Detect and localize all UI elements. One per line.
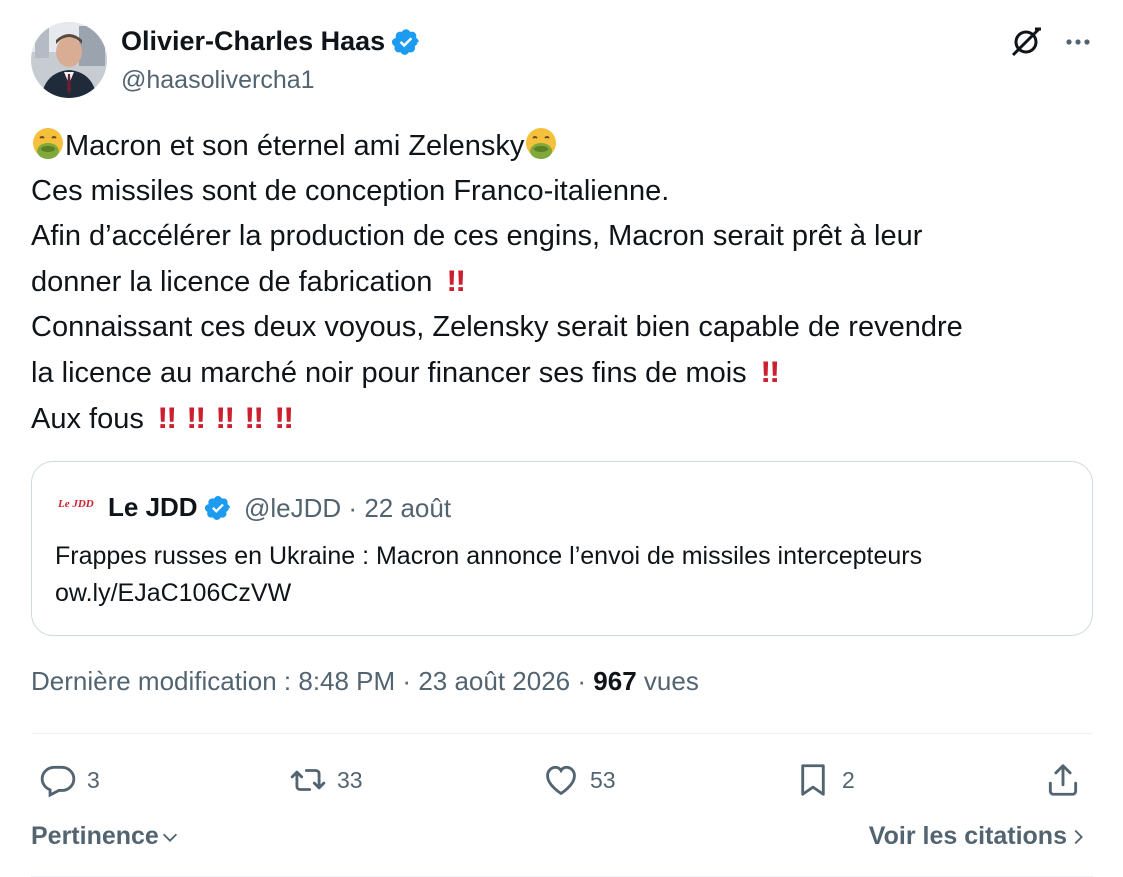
nauseated-face-icon <box>526 128 557 159</box>
sort-dropdown[interactable]: Pertinence <box>31 822 181 851</box>
tweet-line-5: Connaissant ces deux voyous, Zelensky se… <box>31 311 963 343</box>
heart-icon <box>546 765 576 796</box>
quote-separator: · <box>348 493 358 523</box>
reply-count: 3 <box>87 766 100 793</box>
quote-text: Frappes russes en Ukraine : Macron annon… <box>55 538 1075 612</box>
author-handle[interactable]: @haasolivercha1 <box>121 66 315 95</box>
double-exclamation-icon: ‼ <box>445 265 466 298</box>
reply-button[interactable]: 3 <box>39 750 100 810</box>
quote-handle: @leJDD <box>244 493 342 523</box>
double-exclamation-icon: ‼ <box>186 402 206 435</box>
verified-badge-icon <box>392 28 419 55</box>
tweet-line-3: Afin d’accélérer la production de ces en… <box>31 220 923 252</box>
repost-icon <box>290 769 326 791</box>
tweet-line-2: Ces missiles sont de conception Franco-i… <box>31 175 670 207</box>
double-exclamation-icon: ‼ <box>215 402 236 435</box>
share-button[interactable] <box>1044 750 1082 810</box>
verified-badge-icon <box>204 495 230 520</box>
edited-label[interactable]: Dernière modification : <box>31 666 291 696</box>
avatar[interactable] <box>31 22 107 98</box>
view-quotes-link[interactable]: Voir les citations <box>869 822 1089 851</box>
tweet-line-4-text: donner la licence de fabrication <box>31 266 433 298</box>
double-exclamation-icon: ‼ <box>759 356 780 389</box>
nauseated-face-icon <box>33 128 63 159</box>
double-exclamation-icon: ‼ <box>157 402 177 435</box>
bookmark-count: 2 <box>842 766 855 793</box>
tweet-header: Olivier-Charles Haas @haasolivercha1 <box>31 22 1093 98</box>
quote-meta: @leJDD · 22 août <box>244 493 451 524</box>
views-label: vues <box>643 666 699 696</box>
more-options-icon[interactable] <box>1060 24 1096 60</box>
action-bar: 3 33 53 2 <box>31 750 1093 810</box>
quote-date: 22 août <box>364 493 452 523</box>
tweet-line-1-text: Macron et son éternel ami Zelensky <box>65 130 525 162</box>
quote-author-name: Le JDD <box>108 492 232 523</box>
repost-button[interactable]: 33 <box>289 750 363 810</box>
bookmark-icon <box>801 764 825 796</box>
grok-icon[interactable] <box>1008 24 1044 60</box>
quoted-tweet[interactable]: Le JDD Le JDD @leJDD · 22 août Frappes r… <box>31 461 1093 636</box>
views-count: 967 <box>593 666 637 696</box>
divider <box>31 733 1093 734</box>
tweet-text: Macron et son éternel ami Zelensky Ces m… <box>31 124 1093 442</box>
quote-text-body: Frappes russes en Ukraine : Macron annon… <box>55 542 923 570</box>
tweet-line-7-text: Aux fous <box>31 403 144 435</box>
tweet-date[interactable]: 23 août 2026 <box>418 666 570 696</box>
like-count: 53 <box>590 766 616 793</box>
view-quotes-label: Voir les citations <box>868 822 1067 850</box>
tweet-timestamp: Dernière modification : 8:48 PM · 23 aoû… <box>31 666 699 697</box>
chevron-right-icon <box>1074 829 1083 844</box>
author-display-name[interactable]: Olivier-Charles Haas <box>121 26 421 57</box>
tweet-line-4: donner la licence de fabrication ‼ <box>31 259 1093 305</box>
quote-author-name-text: Le JDD <box>108 492 198 522</box>
double-exclamation-icon: ‼ <box>244 402 265 435</box>
sort-label: Pertinence <box>31 822 159 850</box>
like-button[interactable]: 53 <box>542 750 616 810</box>
tweet-line-1: Macron et son éternel ami Zelensky <box>31 124 1093 169</box>
chevron-down-icon <box>162 833 177 842</box>
bookmark-button[interactable]: 2 <box>794 750 855 810</box>
tweet-time[interactable]: 8:48 PM <box>298 666 395 696</box>
meta-separator: · <box>577 666 587 696</box>
reply-icon <box>40 765 76 798</box>
tweet-line-6-text: la licence au marché noir pour financer … <box>31 357 747 389</box>
author-name-text[interactable]: Olivier-Charles Haas <box>121 26 385 57</box>
quote-avatar-logo: Le JDD <box>58 498 94 510</box>
meta-separator: · <box>402 666 412 696</box>
repost-count: 33 <box>337 766 363 793</box>
share-icon <box>1048 764 1078 796</box>
tweet-line-7: Aux fous ‼ ‼ ‼ ‼ ‼ <box>31 396 1093 442</box>
double-exclamation-icon: ‼ <box>273 402 294 435</box>
quote-link[interactable]: ow.ly/EJaC106CzVW <box>55 575 1075 612</box>
tweet-line-6: la licence au marché noir pour financer … <box>31 350 1093 396</box>
